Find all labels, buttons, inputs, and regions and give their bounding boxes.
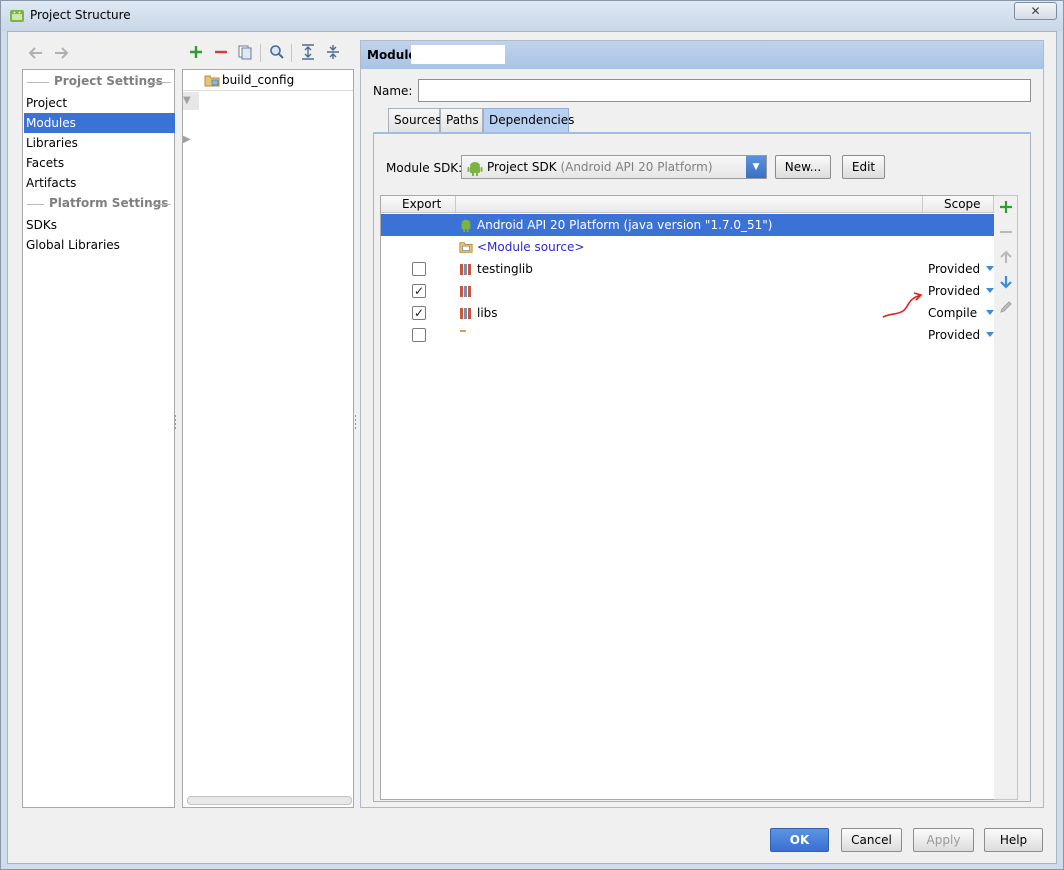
left-splitter-handle[interactable] [174, 415, 178, 431]
dependency-name: Android API 20 Platform (java version "1… [477, 218, 773, 232]
table-row[interactable]: <Module source> [381, 236, 999, 258]
move-up-icon[interactable] [998, 249, 1014, 265]
remove-dependency-icon[interactable] [998, 224, 1014, 240]
new-sdk-button[interactable]: New... [775, 155, 831, 179]
module-sdk-label: Module SDK: [386, 161, 463, 175]
table-row[interactable]: testinglib Provided [381, 258, 999, 280]
android-studio-icon [10, 10, 24, 22]
nav-item-libraries[interactable]: Libraries [24, 133, 175, 153]
chevron-down-icon[interactable]: ▼ [746, 156, 766, 178]
export-checkbox[interactable]: ✓ [412, 306, 426, 320]
edit-sdk-button[interactable]: Edit [842, 155, 885, 179]
tab-sources[interactable]: Sources [388, 108, 441, 132]
tree-expand-icon[interactable]: ▶ [183, 134, 199, 148]
platform-settings-header: Platform Settings [23, 196, 174, 212]
search-icon[interactable] [269, 44, 285, 60]
nav-item-artifacts[interactable]: Artifacts [24, 173, 175, 193]
scope-value[interactable]: Compile [928, 306, 977, 320]
add-dependency-icon[interactable] [998, 199, 1014, 215]
settings-nav: Project Settings Project Modules Librari… [22, 69, 175, 808]
dependency-name: testinglib [477, 262, 533, 276]
back-arrow-icon[interactable] [28, 46, 44, 60]
library-icon [460, 308, 471, 319]
apply-button[interactable]: Apply [913, 828, 974, 852]
edit-dependency-icon[interactable] [998, 299, 1014, 315]
sdk-value: Project SDK [487, 160, 557, 174]
nav-item-sdks[interactable]: SDKs [24, 215, 175, 235]
module-header-label: Module [367, 48, 417, 62]
horizontal-scrollbar[interactable] [187, 796, 352, 805]
tab-dependencies[interactable]: Dependencies [483, 108, 574, 132]
right-splitter-handle[interactable] [354, 415, 358, 431]
nav-item-modules[interactable]: Modules [24, 113, 175, 133]
nav-item-facets[interactable]: Facets [24, 153, 175, 173]
annotation-arrow-icon [882, 292, 923, 318]
project-structure-window: Project Structure ✕ Project Settings Pro… [0, 0, 1064, 870]
chevron-down-icon[interactable] [986, 308, 994, 316]
dependency-name: <Module source> [477, 240, 585, 254]
dependency-name: libs [477, 306, 498, 320]
scope-value[interactable]: Provided [928, 284, 980, 298]
tree-item-build-config[interactable]: build_config [183, 70, 353, 91]
name-label: Name: [373, 84, 413, 98]
library-icon [460, 330, 466, 332]
module-tree: build_config ▼ ▶ [182, 69, 354, 808]
title-bar[interactable]: Project Structure ✕ [1, 1, 1063, 31]
column-export: Export [402, 197, 442, 211]
move-down-icon[interactable] [998, 274, 1014, 290]
toolbar-separator [260, 44, 261, 62]
module-source-icon [459, 242, 473, 253]
remove-icon[interactable] [213, 44, 229, 60]
module-header: Module [361, 41, 1043, 69]
dependency-toolbar [994, 195, 1018, 800]
module-sdk-select[interactable]: Project SDK (Android API 20 Platform) ▼ [461, 155, 767, 179]
module-name-redacted [411, 45, 505, 64]
nav-item-project[interactable]: Project [24, 93, 175, 113]
library-icon [460, 286, 471, 297]
export-checkbox[interactable] [412, 262, 426, 276]
window-title: Project Structure [30, 8, 131, 22]
android-icon [461, 219, 471, 232]
dependencies-table: Export Scope Android API 20 Platform (ja… [380, 195, 1000, 800]
export-checkbox[interactable] [412, 328, 426, 342]
android-icon [467, 162, 483, 176]
forward-arrow-icon[interactable] [53, 46, 69, 60]
chevron-down-icon[interactable] [986, 264, 994, 272]
table-row[interactable]: Android API 20 Platform (java version "1… [381, 214, 999, 236]
tree-collapse-icon[interactable]: ▼ [183, 95, 199, 109]
dependencies-tab-content: Module SDK: Project SDK (Android API 20 … [373, 132, 1031, 802]
cancel-button[interactable]: Cancel [841, 828, 902, 852]
scope-value[interactable]: Provided [928, 328, 980, 342]
table-header: Export Scope [381, 196, 999, 213]
scope-value[interactable]: Provided [928, 262, 980, 276]
close-button[interactable]: ✕ [1014, 2, 1057, 20]
expand-all-icon[interactable] [300, 44, 316, 60]
help-button[interactable]: Help [984, 828, 1043, 852]
dialog-client-area: Project Settings Project Modules Librari… [7, 31, 1057, 864]
project-settings-header: Project Settings [23, 74, 174, 90]
table-row[interactable]: Provided [381, 324, 999, 346]
module-folder-icon [204, 75, 220, 87]
chevron-down-icon[interactable] [986, 330, 994, 338]
column-scope: Scope [944, 197, 981, 211]
library-icon [460, 264, 471, 275]
ok-button[interactable]: OK [770, 828, 829, 852]
module-settings-panel: Module Name: Sources Paths Dependencies … [360, 40, 1044, 808]
tab-paths[interactable]: Paths [440, 108, 483, 132]
name-field[interactable] [418, 79, 1031, 102]
tree-item-label: build_config [222, 73, 295, 87]
copy-icon[interactable] [237, 44, 253, 60]
chevron-down-icon[interactable] [986, 286, 994, 294]
collapse-all-icon[interactable] [325, 44, 341, 60]
add-icon[interactable] [188, 44, 204, 60]
nav-item-global-libraries[interactable]: Global Libraries [24, 235, 175, 255]
export-checkbox[interactable]: ✓ [412, 284, 426, 298]
sdk-detail: (Android API 20 Platform) [560, 160, 713, 174]
toolbar-separator [291, 44, 292, 62]
